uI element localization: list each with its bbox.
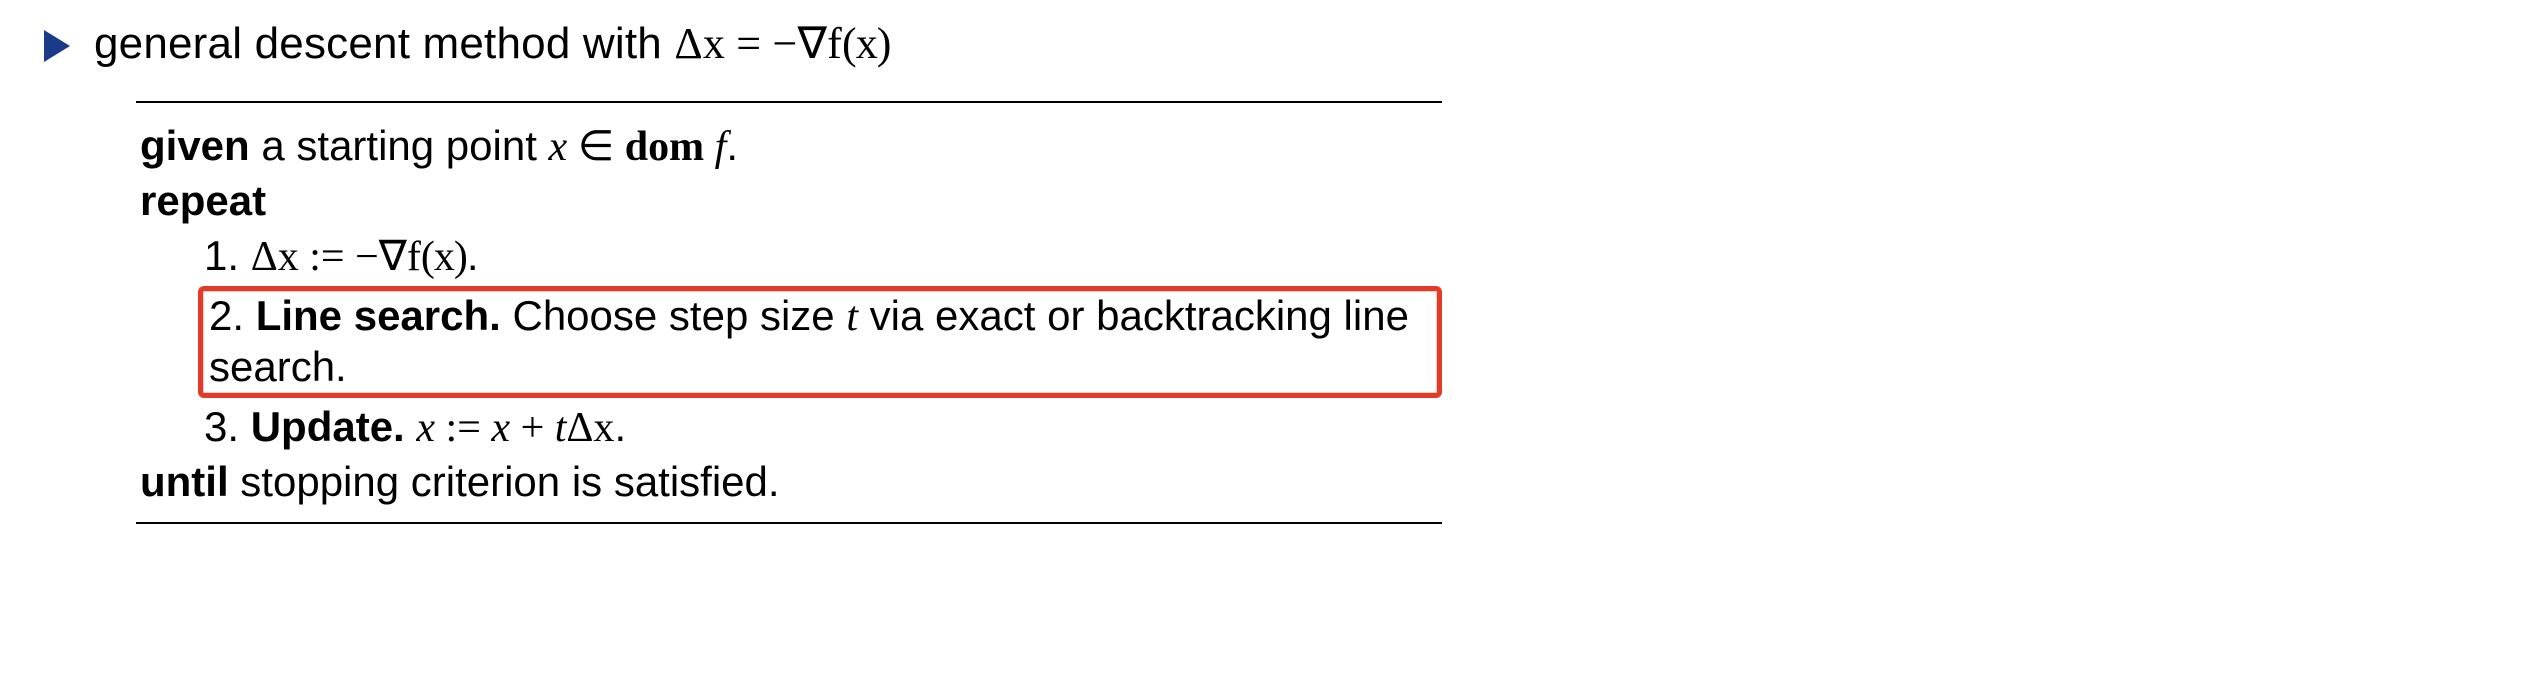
until-text: stopping criterion is satisfied. xyxy=(229,458,780,505)
math-neg-grad-f: −∇f xyxy=(355,234,421,280)
math-x-rhs: x xyxy=(491,405,510,451)
math-of-x: (x) xyxy=(842,19,890,68)
steps-list: 1. Δx := −∇f(x). 2. Line search. Choose … xyxy=(140,231,1442,454)
bullet-prefix: general descent method with xyxy=(94,19,674,68)
step-title: Update. xyxy=(251,403,405,450)
rule-top xyxy=(136,101,1442,103)
until-line: until stopping criterion is satisfied. xyxy=(140,457,1442,507)
dom-keyword: dom xyxy=(625,124,715,170)
period: . xyxy=(726,122,738,169)
given-line: given a starting point x ∈ dom f. xyxy=(140,121,1442,172)
step-number: 2. xyxy=(209,292,256,339)
math-equals: = xyxy=(725,19,772,68)
period: . xyxy=(467,232,479,279)
plus-op: + xyxy=(510,405,555,451)
step-number: 3. xyxy=(204,403,251,450)
highlight-annotation: 2. Line search. Choose step size t via e… xyxy=(198,286,1442,398)
math-delta-x: Δx xyxy=(566,405,614,451)
math-neg-grad-f: −∇f xyxy=(773,19,843,68)
algorithm-body: given a starting point x ∈ dom f. repeat… xyxy=(136,121,1442,508)
given-text: a starting point xyxy=(250,122,549,169)
math-of-x: (x) xyxy=(421,234,467,280)
math-x: x xyxy=(549,124,568,170)
slide-content: general descent method with Δx = −∇f(x) … xyxy=(0,0,2532,680)
triangle-bullet-icon xyxy=(44,30,70,62)
step-1: 1. Δx := −∇f(x). xyxy=(204,231,1442,282)
bullet-text: general descent method with Δx = −∇f(x) xyxy=(94,18,890,71)
rule-bottom xyxy=(136,522,1442,524)
given-keyword: given xyxy=(140,122,250,169)
algorithm-block: given a starting point x ∈ dom f. repeat… xyxy=(136,101,1442,524)
math-t: t xyxy=(555,405,567,451)
step-number: 1. xyxy=(204,232,251,279)
until-keyword: until xyxy=(140,458,229,505)
step-text: Choose step size xyxy=(501,292,847,339)
step-title: Line search. xyxy=(256,292,501,339)
math-f: f xyxy=(715,124,727,170)
repeat-line: repeat xyxy=(140,176,1442,226)
step-2: 2. Line search. Choose step size t via e… xyxy=(204,286,1442,398)
assign-op: := xyxy=(435,405,491,451)
repeat-keyword: repeat xyxy=(140,177,266,224)
space xyxy=(405,403,417,450)
assign-op: := xyxy=(299,234,355,280)
math-t: t xyxy=(846,294,858,340)
math-in: ∈ xyxy=(567,124,625,170)
period: . xyxy=(614,403,626,450)
bullet-item: general descent method with Δx = −∇f(x) xyxy=(40,18,2492,71)
math-x-lhs: x xyxy=(416,405,435,451)
math-delta-x: Δx xyxy=(251,234,299,280)
step-3: 3. Update. x := x + tΔx. xyxy=(204,402,1442,453)
math-delta-x: Δx xyxy=(674,19,725,68)
